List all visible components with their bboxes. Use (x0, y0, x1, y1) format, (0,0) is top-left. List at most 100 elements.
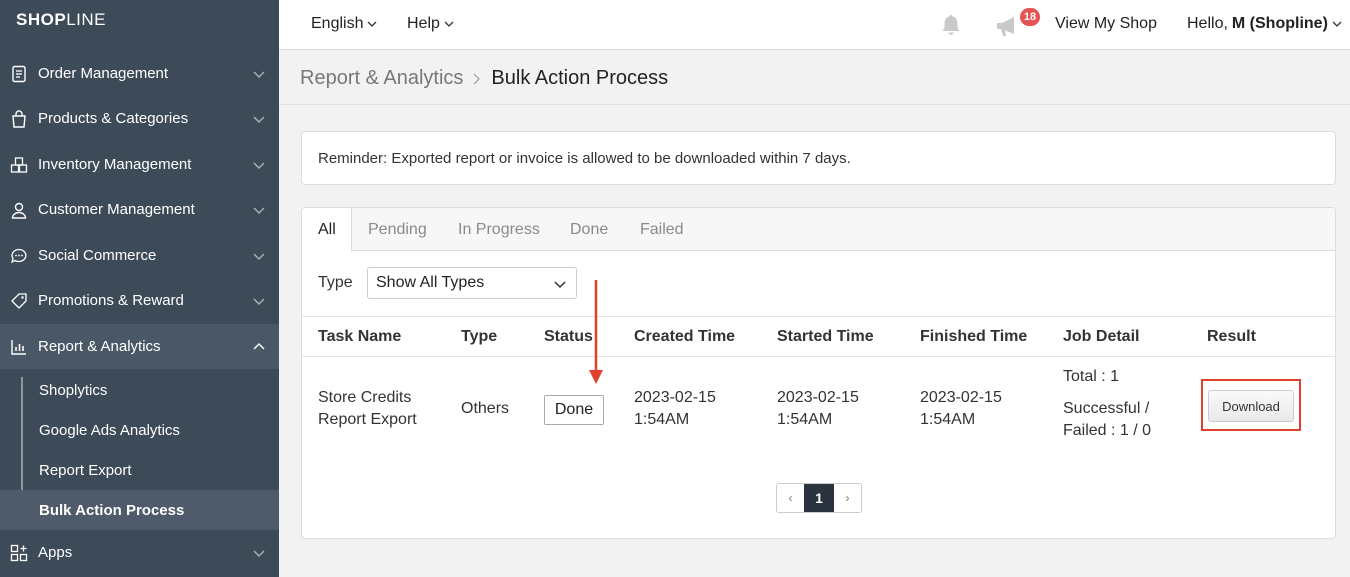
sidebar-subitem-bulk-action-process[interactable]: Bulk Action Process (0, 490, 279, 530)
column-header-created-time: Created Time (634, 328, 736, 345)
column-header-type: Type (461, 328, 498, 345)
finished-time-cell: 2023-02-15 1:54AM (920, 387, 1002, 431)
reminder-banner: Reminder: Exported report or invoice is … (301, 131, 1336, 185)
sidebar-item-label: Order Management (38, 65, 169, 82)
status-tabs: All Pending In Progress Done Failed (302, 208, 1335, 252)
sidebar-subitem-google-ads-analytics[interactable]: Google Ads Analytics (0, 410, 279, 450)
task-name-cell: Store Credits Report Export (318, 387, 417, 431)
sidebar-item-label: Apps (38, 544, 73, 561)
clipboard-icon (10, 65, 28, 83)
created-time-cell: 2023-02-15 1:54AM (634, 387, 716, 431)
started-time: 1:54AM (777, 411, 833, 428)
view-my-shop-link[interactable]: View My Shop (1055, 15, 1157, 33)
annotation-arrow-icon (589, 280, 603, 384)
table-header: Task Name Type Status Created Time Start… (302, 316, 1335, 357)
tag-icon (10, 292, 28, 310)
shopline-logo[interactable]: SHOPLINE (16, 10, 106, 30)
chevron-down-icon (253, 162, 265, 169)
chevron-down-icon (444, 21, 454, 27)
sidebar-subitem-label: Report Export (39, 461, 132, 479)
bar-chart-icon (10, 338, 28, 356)
sidebar-item-social-commerce[interactable]: Social Commerce (0, 233, 279, 278)
finished-date: 2023-02-15 (920, 389, 1002, 406)
help-dropdown[interactable]: Help (407, 15, 454, 33)
sidebar-item-customer-management[interactable]: Customer Management (0, 187, 279, 232)
sidebar-subitem-label: Google Ads Analytics (39, 421, 180, 439)
created-time: 1:54AM (634, 411, 690, 428)
job-detail-failed-count: Failed : 1 / 0 (1063, 422, 1152, 439)
sidebar-subitem-label: Bulk Action Process (39, 501, 185, 519)
sidebar-item-apps[interactable]: Apps (0, 530, 279, 575)
started-date: 2023-02-15 (777, 389, 859, 406)
chevron-down-icon (253, 253, 265, 260)
task-name-line-1: Store Credits (318, 389, 412, 406)
column-header-finished-time: Finished Time (920, 328, 1028, 345)
sidebar-subitem-shoplytics[interactable]: Shoplytics (0, 370, 279, 410)
column-header-started-time: Started Time (777, 328, 874, 345)
page-title: Bulk Action Process (491, 67, 669, 89)
apps-grid-icon (10, 544, 28, 562)
finished-time: 1:54AM (920, 411, 976, 428)
user-icon (10, 201, 28, 219)
chevron-down-icon (253, 550, 265, 557)
tab-in-progress[interactable]: In Progress (458, 208, 540, 251)
sidebar-item-inventory-management[interactable]: Inventory Management (0, 142, 279, 187)
job-detail-total: Total : 1 (1063, 368, 1120, 385)
tab-pending[interactable]: Pending (368, 208, 427, 251)
tab-failed[interactable]: Failed (640, 208, 684, 251)
bulk-action-panel: All Pending In Progress Done Failed Type… (301, 207, 1336, 539)
sidebar-item-promotions-reward[interactable]: Promotions & Reward (0, 278, 279, 323)
sidebar-item-label: Products & Categories (38, 110, 189, 127)
reminder-text: Reminder: Exported report or invoice is … (318, 149, 851, 167)
sidebar-item-label: Report & Analytics (38, 338, 161, 355)
chevron-down-icon (253, 71, 265, 78)
column-header-result: Result (1207, 328, 1256, 345)
type-filter-value: Show All Types (376, 274, 485, 291)
pagination-page-1[interactable]: 1 (804, 484, 834, 512)
download-button[interactable]: Download (1208, 390, 1294, 422)
user-name: M (Shopline) (1231, 15, 1328, 32)
user-menu-dropdown[interactable]: Hello, M (Shopline) (1187, 15, 1342, 33)
task-name-line-2: Report Export (318, 411, 417, 428)
shopping-bag-icon (10, 109, 28, 128)
job-detail-success-label: Successful / (1063, 400, 1150, 417)
chevron-down-icon (368, 21, 377, 27)
pagination-prev-button[interactable]: ‹ (777, 484, 804, 512)
type-filter-label: Type (318, 274, 353, 291)
top-bar: English Help 18 View My Shop Hello, M (S… (279, 0, 1350, 50)
chevron-down-icon (253, 298, 265, 305)
breadcrumb-parent[interactable]: Report & Analytics (300, 67, 463, 90)
greeting-label: Hello, (1187, 15, 1228, 32)
chevron-down-icon (554, 281, 566, 289)
pagination: ‹ 1 › (776, 483, 862, 513)
column-header-job-detail: Job Detail (1063, 328, 1140, 345)
sidebar-item-products-categories[interactable]: Products & Categories (0, 96, 279, 141)
tab-all[interactable]: All (302, 208, 352, 252)
bell-icon[interactable] (939, 13, 963, 37)
sidebar-item-label: Social Commerce (38, 247, 157, 264)
chevron-down-icon (253, 207, 265, 214)
notification-badge: 18 (1020, 8, 1040, 26)
tab-done[interactable]: Done (570, 208, 608, 251)
chevron-down-icon (1332, 21, 1342, 27)
created-date: 2023-02-15 (634, 389, 716, 406)
chevron-up-icon (253, 342, 265, 349)
language-label: English (311, 15, 364, 32)
chat-bubble-icon (10, 247, 28, 265)
sidebar-item-report-analytics[interactable]: Report & Analytics (0, 324, 279, 369)
sidebar: SHOPLINE Order Management Products & Cat… (0, 0, 279, 577)
sidebar-subitem-report-export[interactable]: Report Export (0, 450, 279, 490)
breadcrumb: Report & Analytics Bulk Action Process (300, 67, 668, 90)
boxes-icon (10, 156, 28, 174)
column-header-status: Status (544, 328, 593, 345)
pagination-next-button[interactable]: › (834, 484, 861, 512)
help-label: Help (407, 15, 440, 32)
type-filter-select[interactable]: Show All Types (367, 267, 577, 299)
status-done-badge: Done (544, 395, 604, 425)
column-header-task-name: Task Name (318, 328, 402, 345)
job-detail-cell: Total : 1 Successful / Failed : 1 / 0 (1063, 366, 1151, 442)
sidebar-item-order-management[interactable]: Order Management (0, 51, 279, 96)
chevron-right-icon (473, 73, 481, 84)
language-dropdown[interactable]: English (311, 15, 377, 33)
sidebar-item-label: Customer Management (38, 201, 195, 218)
